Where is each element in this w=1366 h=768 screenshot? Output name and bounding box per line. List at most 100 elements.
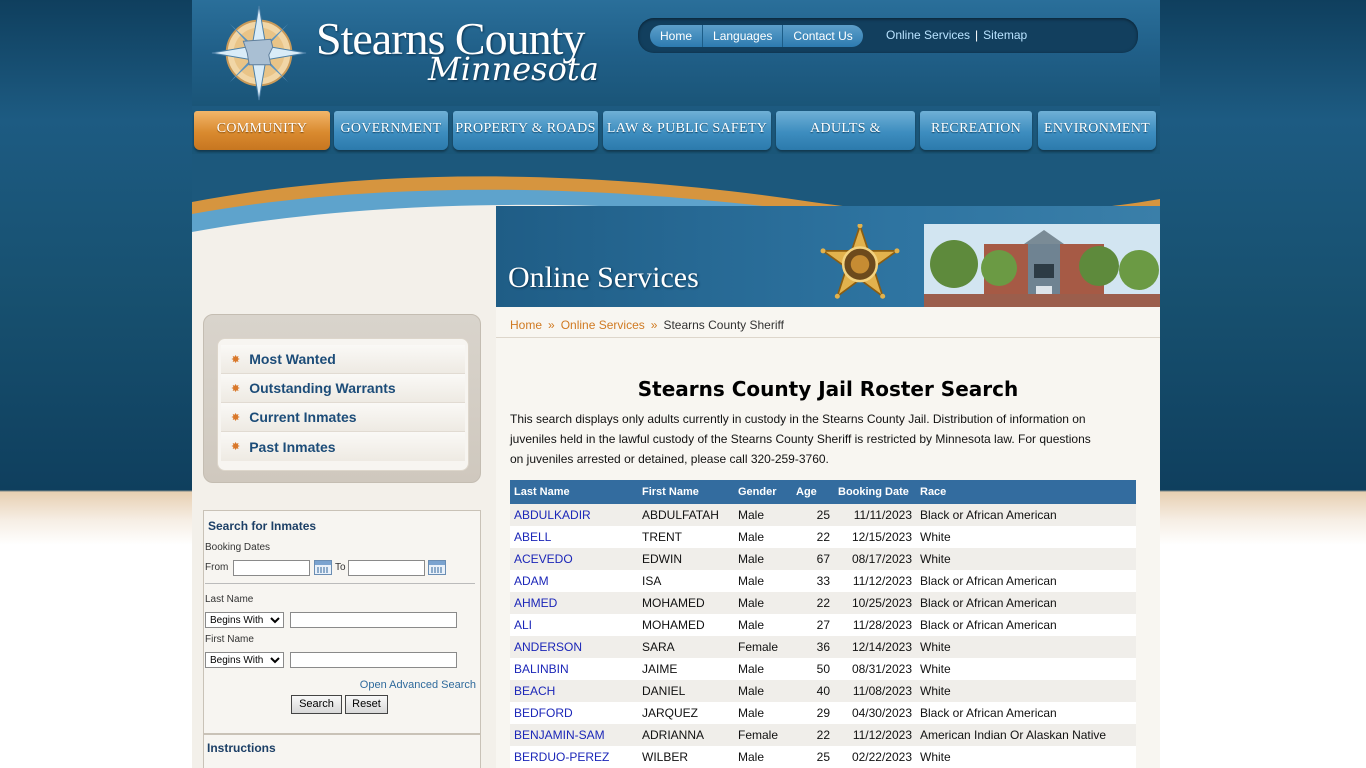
inmate-link[interactable]: ALI bbox=[514, 618, 532, 632]
top-link-online-services[interactable]: Online Services bbox=[886, 28, 970, 42]
search-heading: Search for Inmates bbox=[208, 519, 317, 533]
cell-race: Black or African American bbox=[916, 570, 1136, 592]
breadcrumb-online-services[interactable]: Online Services bbox=[561, 318, 645, 332]
cell-first-name: MOHAMED bbox=[638, 614, 734, 636]
col-first-name[interactable]: First Name bbox=[638, 480, 734, 504]
table-row: ABELL TRENT Male 22 12/15/2023 White bbox=[510, 526, 1136, 548]
cell-last-name: ADAM bbox=[510, 570, 638, 592]
cell-age: 36 bbox=[792, 636, 834, 658]
inmate-link[interactable]: ANDERSON bbox=[514, 640, 582, 654]
calendar-icon[interactable] bbox=[428, 560, 446, 575]
jail-roster-table: Last Name First Name Gender Age Booking … bbox=[510, 480, 1136, 768]
from-date-input[interactable] bbox=[233, 560, 310, 576]
last-name-match-select[interactable]: Begins With bbox=[205, 612, 284, 628]
top-utility-nav: Home Languages Contact Us Online Service… bbox=[638, 18, 1138, 53]
calendar-icon[interactable] bbox=[314, 560, 332, 575]
site-header: Stearns County Minnesota Home Languages … bbox=[192, 0, 1160, 106]
cell-race: Black or African American bbox=[916, 614, 1136, 636]
table-body: ABDULKADIR ABDULFATAH Male 25 11/11/2023… bbox=[510, 504, 1136, 768]
cell-gender: Female bbox=[734, 636, 792, 658]
reset-button[interactable]: Reset bbox=[345, 695, 388, 714]
from-label: From bbox=[205, 562, 229, 573]
cell-last-name: BEDFORD bbox=[510, 702, 638, 724]
cell-race: White bbox=[916, 526, 1136, 548]
nav-tab-recreation[interactable]: RECREATION bbox=[920, 111, 1032, 150]
nav-tab-community[interactable]: COMMUNITY bbox=[194, 111, 330, 150]
col-last-name[interactable]: Last Name bbox=[510, 480, 638, 504]
search-button[interactable]: Search bbox=[291, 695, 342, 714]
top-link-sitemap[interactable]: Sitemap bbox=[983, 28, 1027, 42]
first-name-input[interactable] bbox=[290, 652, 457, 668]
first-name-label: First Name bbox=[205, 634, 254, 645]
page-title: Stearns County Jail Roster Search bbox=[637, 377, 1019, 401]
nav-tab-government[interactable]: GOVERNMENT bbox=[334, 111, 448, 150]
cell-last-name: ACEVEDO bbox=[510, 548, 638, 570]
col-race[interactable]: Race bbox=[916, 480, 1136, 504]
top-nav-home[interactable]: Home bbox=[650, 25, 704, 47]
nav-tab-adults-families[interactable]: ADULTS & FAMILIES bbox=[776, 111, 915, 172]
inmate-link[interactable]: BEDFORD bbox=[514, 706, 573, 720]
cell-first-name: ABDULFATAH bbox=[638, 504, 734, 526]
top-nav-contact-us[interactable]: Contact Us bbox=[783, 25, 862, 47]
cell-last-name: ABELL bbox=[510, 526, 638, 548]
cell-gender: Male bbox=[734, 548, 792, 570]
inmate-link[interactable]: BALINBIN bbox=[514, 662, 569, 676]
last-name-input[interactable] bbox=[290, 612, 457, 628]
cell-first-name: WILBER bbox=[638, 746, 734, 768]
top-nav-pill: Home Languages Contact Us bbox=[650, 25, 863, 47]
cell-booking-date: 08/31/2023 bbox=[834, 658, 916, 680]
sidebar-item-label[interactable]: Most Wanted bbox=[249, 351, 336, 367]
inmate-link[interactable]: ABELL bbox=[514, 530, 551, 544]
cell-race: Black or African American bbox=[916, 702, 1136, 724]
nav-tab-law-public-safety[interactable]: LAW & PUBLIC SAFETY bbox=[603, 111, 771, 150]
compass-star-icon[interactable] bbox=[210, 4, 308, 102]
cell-last-name: BEACH bbox=[510, 680, 638, 702]
sidebar-item-past-inmates[interactable]: ✸ Past Inmates bbox=[221, 432, 465, 461]
nav-tab-environment[interactable]: ENVIRONMENT bbox=[1038, 111, 1156, 150]
cell-race: White bbox=[916, 746, 1136, 768]
sidebar-item-most-wanted[interactable]: ✸ Most Wanted bbox=[221, 345, 465, 374]
cell-age: 50 bbox=[792, 658, 834, 680]
top-nav-languages[interactable]: Languages bbox=[703, 25, 784, 47]
cell-race: Black or African American bbox=[916, 504, 1136, 526]
sidebar-item-label[interactable]: Outstanding Warrants bbox=[249, 380, 396, 396]
inmate-link[interactable]: BEACH bbox=[514, 684, 555, 698]
col-age[interactable]: Age bbox=[792, 480, 834, 504]
sidebar-item-label[interactable]: Past Inmates bbox=[249, 439, 335, 455]
inmate-link[interactable]: BENJAMIN-SAM bbox=[514, 728, 605, 742]
nav-tab-property-roads[interactable]: PROPERTY & ROADS bbox=[453, 111, 598, 150]
sidebar-item-label[interactable]: Current Inmates bbox=[249, 409, 356, 425]
cell-booking-date: 11/28/2023 bbox=[834, 614, 916, 636]
col-gender[interactable]: Gender bbox=[734, 480, 792, 504]
inmate-link[interactable]: BERDUO-PEREZ bbox=[514, 750, 609, 764]
sidebar-item-outstanding-warrants[interactable]: ✸ Outstanding Warrants bbox=[221, 374, 465, 403]
breadcrumb-home[interactable]: Home bbox=[510, 318, 542, 332]
first-name-match-select[interactable]: Begins With bbox=[205, 652, 284, 668]
to-date-input[interactable] bbox=[348, 560, 425, 576]
cell-first-name: MOHAMED bbox=[638, 592, 734, 614]
breadcrumb-sep: » bbox=[548, 318, 555, 332]
breadcrumb: Home » Online Services » Stearns County Sher… bbox=[496, 307, 1160, 338]
sidebar-item-current-inmates[interactable]: ✸ Current Inmates bbox=[221, 403, 465, 432]
cell-last-name: ALI bbox=[510, 614, 638, 636]
inmate-link[interactable]: ABDULKADIR bbox=[514, 508, 591, 522]
cell-age: 27 bbox=[792, 614, 834, 636]
col-booking-date[interactable]: Booking Date bbox=[834, 480, 916, 504]
banner-title: Online Services bbox=[508, 261, 699, 294]
sidebar-menu-inner: ✸ Most Wanted ✸ Outstanding Warrants ✸ C… bbox=[217, 338, 469, 471]
cell-first-name: JARQUEZ bbox=[638, 702, 734, 724]
cell-age: 29 bbox=[792, 702, 834, 724]
cell-booking-date: 11/11/2023 bbox=[834, 504, 916, 526]
inmate-link[interactable]: ACEVEDO bbox=[514, 552, 573, 566]
cell-first-name: JAIME bbox=[638, 658, 734, 680]
open-advanced-search-link[interactable]: Open Advanced Search bbox=[360, 679, 476, 691]
cell-booking-date: 12/15/2023 bbox=[834, 526, 916, 548]
cell-race: Black or African American bbox=[916, 592, 1136, 614]
cell-last-name: ANDERSON bbox=[510, 636, 638, 658]
inmate-link[interactable]: ADAM bbox=[514, 574, 549, 588]
main-content: Home » Online Services » Stearns County Sher… bbox=[496, 307, 1160, 768]
cell-age: 67 bbox=[792, 548, 834, 570]
table-row: BEDFORD JARQUEZ Male 29 04/30/2023 Black… bbox=[510, 702, 1136, 724]
inmate-link[interactable]: AHMED bbox=[514, 596, 557, 610]
left-column: ✸ Most Wanted ✸ Outstanding Warrants ✸ C… bbox=[192, 307, 496, 768]
